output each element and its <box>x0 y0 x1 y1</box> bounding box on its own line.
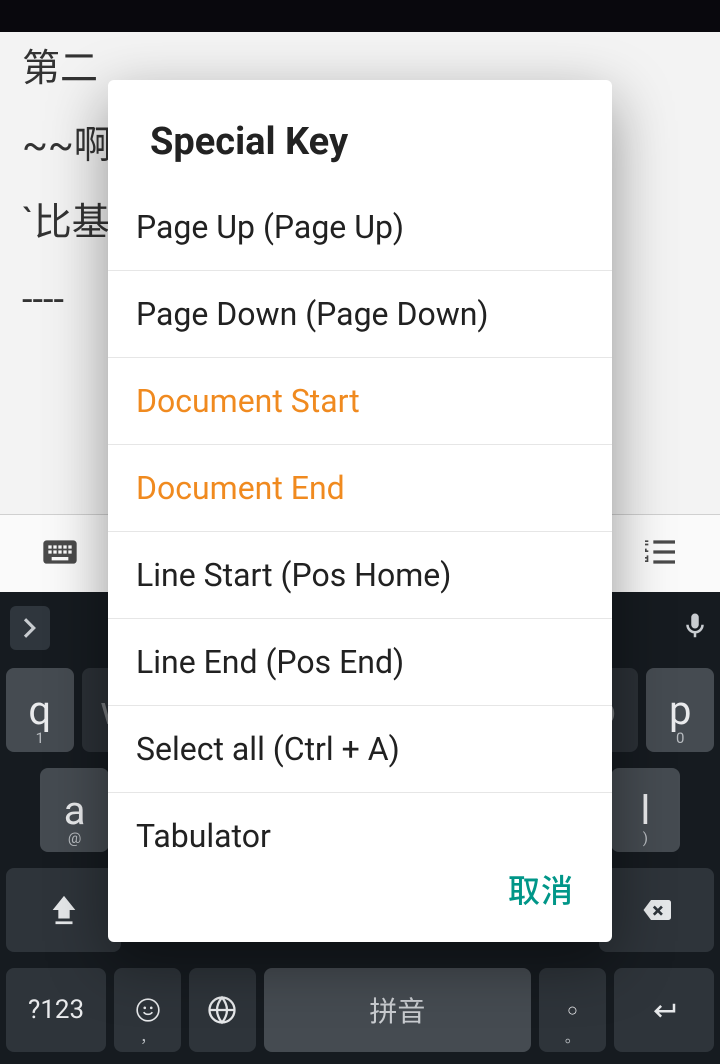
dialog-item-doc-start[interactable]: Document Start <box>108 358 612 445</box>
dialog-item-doc-end[interactable]: Document End <box>108 445 612 532</box>
dialog-list: Page Up (Page Up) Page Down (Page Down) … <box>108 184 612 848</box>
dialog-item-line-start[interactable]: Line Start (Pos Home) <box>108 532 612 619</box>
dialog-actions: 取消 <box>108 848 612 942</box>
special-key-dialog: Special Key Page Up (Page Up) Page Down … <box>108 80 612 942</box>
dialog-item-line-end[interactable]: Line End (Pos End) <box>108 619 612 706</box>
dialog-item-select-all[interactable]: Select all (Ctrl + A) <box>108 706 612 793</box>
dialog-item-page-up[interactable]: Page Up (Page Up) <box>108 184 612 271</box>
cancel-button[interactable]: 取消 <box>508 866 574 912</box>
dialog-item-tabulator[interactable]: Tabulator <box>108 793 612 848</box>
dialog-item-page-down[interactable]: Page Down (Page Down) <box>108 271 612 358</box>
dialog-title: Special Key <box>108 80 612 184</box>
